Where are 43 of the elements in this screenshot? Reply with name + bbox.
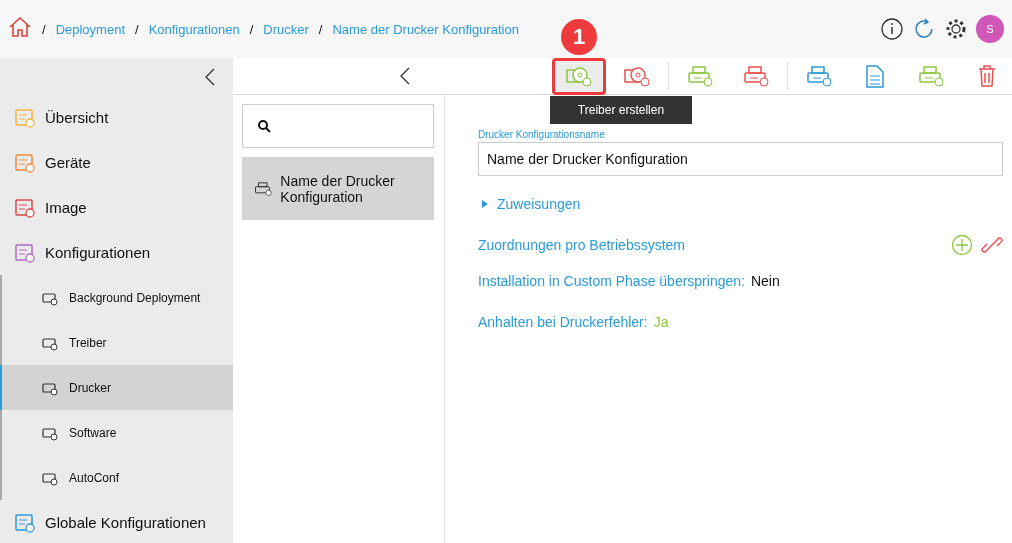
refresh-icon[interactable] <box>912 17 936 41</box>
document-icon <box>864 63 886 89</box>
printer-icon <box>805 64 833 88</box>
search-field[interactable] <box>242 104 434 148</box>
toolbar-button[interactable] <box>552 57 606 95</box>
field-label: Drucker Konfigurationsname <box>478 129 606 140</box>
printer-icon <box>686 64 714 88</box>
home-icon[interactable] <box>8 15 32 39</box>
search-icon <box>257 119 271 133</box>
field-label: Installation in Custom Phase überspringen: <box>478 272 745 289</box>
field-value: Ja <box>653 313 669 330</box>
sidebar-item[interactable]: Geräte <box>0 140 233 185</box>
sidebar-subitem[interactable]: AutoConf <box>2 455 233 500</box>
field-value: Nein <box>750 272 780 289</box>
expand-arrow-icon <box>481 199 489 209</box>
printer-icon <box>742 64 770 88</box>
tooltip: Treiber erstellen <box>550 95 692 124</box>
disc-icon <box>565 64 593 88</box>
collapse-icon[interactable] <box>399 67 411 85</box>
sidebar-subitem[interactable]: Drucker <box>0 365 233 410</box>
sidebar-item[interactable]: Globale Konfigurationen <box>0 500 233 543</box>
disc-icon <box>623 64 651 88</box>
sidebar-item[interactable]: Konfigurationen <box>0 230 233 275</box>
sidebar-item[interactable]: Image <box>0 185 233 230</box>
trash-icon <box>977 64 997 88</box>
breadcrumb-separator: / <box>135 21 139 37</box>
info-icon[interactable] <box>880 17 904 41</box>
section-heading: Zuordnungen pro Betriebssystem <box>478 237 685 253</box>
breadcrumb-separator: / <box>318 21 323 37</box>
printer-icon <box>917 64 945 88</box>
sidebar-subitem[interactable]: Treiber <box>2 320 233 365</box>
list-item[interactable]: Name der Drucker Konfiguration <box>242 157 434 220</box>
sidebar-subitem[interactable]: Background Deployment <box>2 275 233 320</box>
settings-icon[interactable] <box>944 17 968 41</box>
breadcrumb-separator: / <box>42 21 46 37</box>
breadcrumb-separator: / <box>249 21 254 37</box>
name-input-field[interactable]: Name der Drucker Konfiguration <box>478 142 1003 176</box>
sidebar-subitem[interactable]: Software <box>2 410 233 455</box>
collapse-icon[interactable] <box>204 67 216 86</box>
add-icon[interactable] <box>951 234 973 256</box>
user-avatar[interactable]: S <box>976 15 1004 43</box>
sidebar-item[interactable]: Übersicht <box>0 95 233 140</box>
field-label: Anhalten bei Druckerfehler: <box>478 313 648 330</box>
